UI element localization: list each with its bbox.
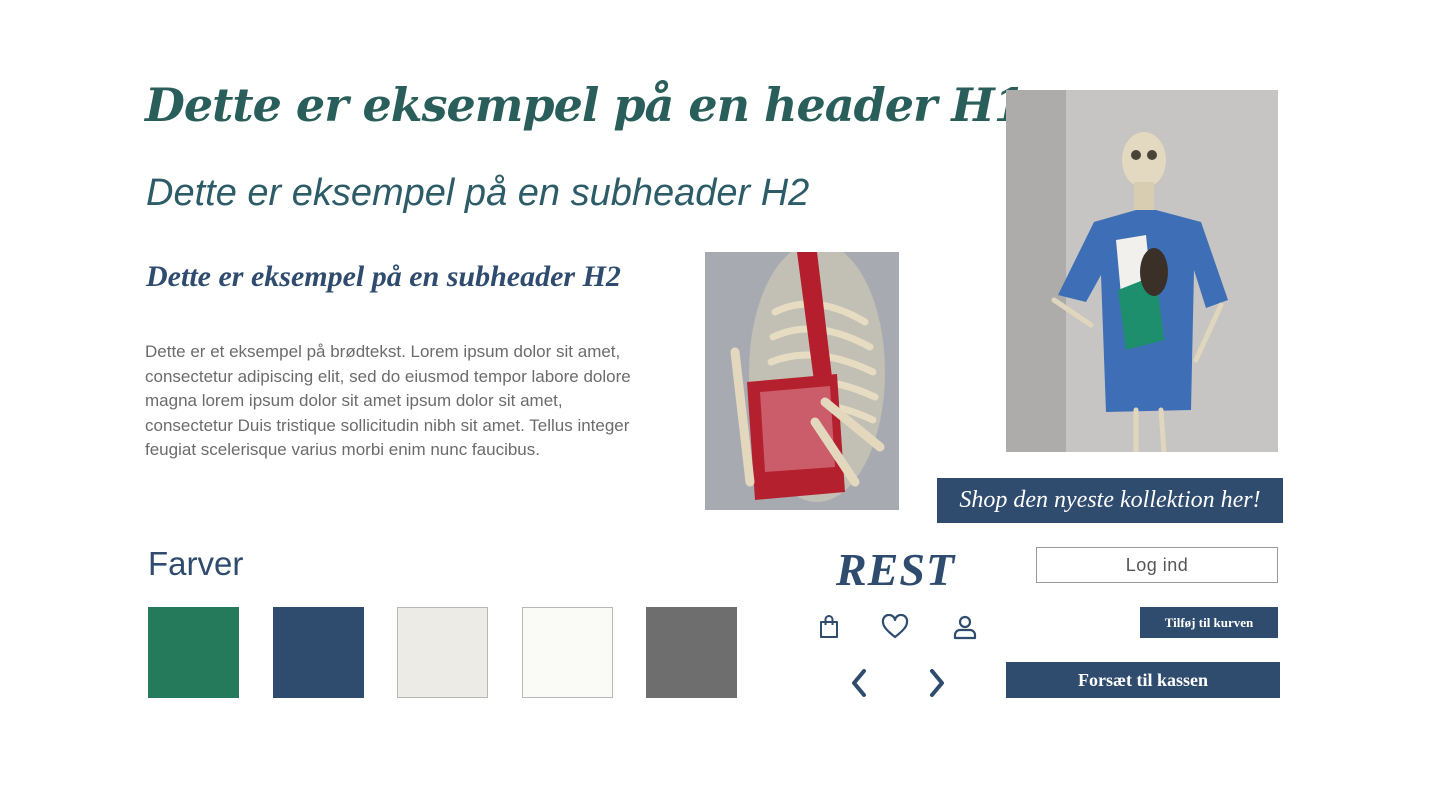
skeleton-bag-illustration <box>705 252 899 510</box>
brand-logo: REST <box>836 544 956 595</box>
product-photo-shirt <box>1006 90 1278 452</box>
color-swatch <box>397 607 488 698</box>
subheader-h2-sans: Dette er eksempel på en subheader H2 <box>146 172 810 214</box>
color-swatch <box>273 607 364 698</box>
chevron-left-icon[interactable] <box>844 668 874 698</box>
colors-title: Farver <box>148 545 244 582</box>
subheader-h2-serif: Dette er eksempel på en subheader H2 <box>146 260 621 293</box>
heart-icon[interactable] <box>880 612 910 642</box>
shopping-bag-icon[interactable] <box>814 612 844 642</box>
login-button[interactable]: Log ind <box>1036 547 1278 583</box>
product-photo-bag <box>705 252 899 510</box>
color-swatch <box>522 607 613 698</box>
color-swatch <box>646 607 737 698</box>
shop-collection-button[interactable]: Shop den nyeste kollektion her! <box>937 478 1283 523</box>
skeleton-shirt-illustration <box>1006 90 1278 452</box>
user-icon[interactable] <box>950 612 980 642</box>
add-to-cart-button[interactable]: Tilføj til kurven <box>1140 607 1278 638</box>
color-swatch <box>148 607 239 698</box>
header-h1: Dette er eksempel på en header H1 <box>145 78 1026 132</box>
chevron-right-icon[interactable] <box>922 668 952 698</box>
body-text: Dette er et eksempel på brødtekst. Lorem… <box>145 342 631 460</box>
checkout-button[interactable]: Forsæt til kassen <box>1006 662 1280 698</box>
